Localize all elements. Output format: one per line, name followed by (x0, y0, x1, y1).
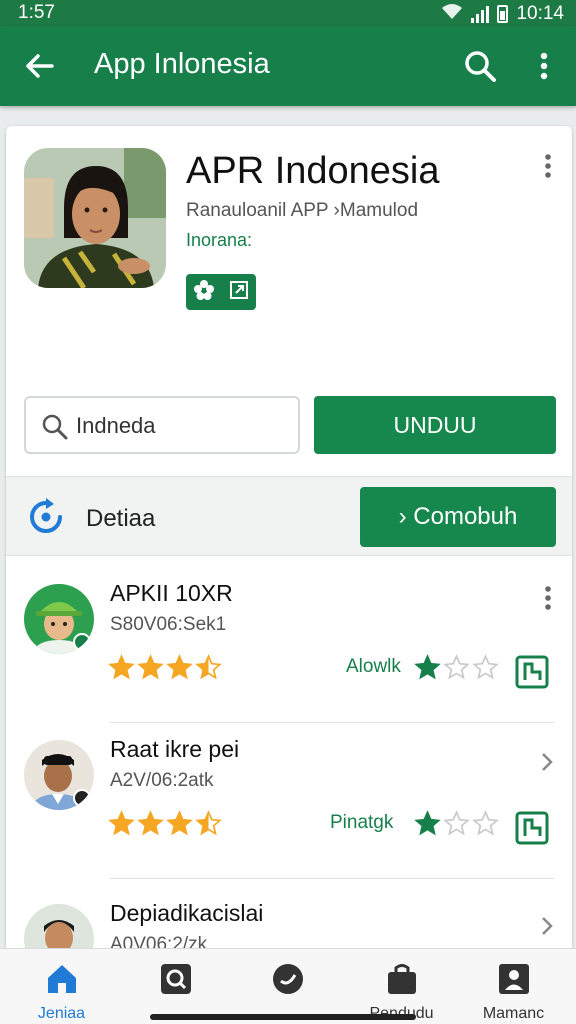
flag-icon[interactable] (514, 654, 550, 690)
star-filled-icon (108, 810, 135, 836)
app-developer[interactable]: Ranauloanil APP ›Mamulod (186, 200, 418, 222)
review-author: Depiadikacislai (110, 900, 264, 926)
arrow-left-icon[interactable] (20, 46, 60, 86)
review-rating (108, 810, 222, 837)
bag-icon (384, 961, 420, 997)
star-empty-icon (472, 654, 499, 680)
nav-item-account[interactable]: Mamanc (456, 949, 571, 1024)
star-filled-icon (166, 810, 193, 836)
review-author: Raat ikre pei (110, 736, 240, 762)
tag-rating (414, 654, 499, 681)
details-section-bar: Detiaa › Comobuh (6, 476, 572, 556)
refresh-icon (26, 497, 66, 537)
bottom-navigation: Jeniaa Pendudu Mamanc (0, 948, 576, 1024)
open-external-badge-icon (228, 279, 250, 306)
signal-icon (471, 5, 490, 23)
status-time: 1:57 (18, 2, 55, 23)
review-date: A2V/06:2atk (110, 770, 214, 791)
card-more-icon[interactable] (538, 152, 558, 180)
review-date: S80V06:Sek1 (110, 614, 227, 635)
nav-item-home[interactable]: Jeniaa (4, 949, 119, 1024)
search-field[interactable] (24, 396, 300, 454)
nav-label: Jeniaa (37, 1005, 86, 1022)
star-filled-icon (108, 654, 135, 680)
app-badges (186, 274, 256, 310)
nav-item-reviews[interactable] (118, 949, 233, 1024)
app-icon-image (24, 148, 166, 288)
search-field-icon (40, 412, 70, 442)
app-bar: App Inlonesia (0, 26, 576, 106)
star-filled-icon (137, 810, 164, 836)
app-category[interactable]: Inorana: (186, 230, 252, 251)
details-label: Detiaa (86, 505, 156, 532)
review-tag: Alowlk (346, 656, 401, 677)
star-empty-icon (443, 654, 470, 680)
star-filled-icon (414, 654, 441, 680)
reviews-icon (158, 961, 194, 997)
star-filled-icon (166, 654, 193, 680)
review-author: APKII 10XR (110, 580, 233, 606)
star-filled-icon (414, 810, 441, 836)
nav-item-history[interactable] (230, 949, 345, 1024)
review-item[interactable]: Raat ikre pei A2V/06:2atk Pinatgk (6, 714, 572, 879)
nav-label: Mamanc (482, 1005, 545, 1022)
star-filled-icon (195, 810, 222, 836)
tag-rating (414, 810, 499, 837)
avatar (24, 740, 94, 810)
account-icon (496, 961, 532, 997)
star-empty-icon (472, 810, 499, 836)
flower-badge-icon (193, 279, 215, 306)
status-bar: 1:57 10:14 (0, 0, 576, 26)
app-bar-title: App Inlonesia (94, 48, 270, 80)
gesture-handle (150, 1014, 416, 1020)
history-icon (270, 961, 306, 997)
install-button[interactable]: UNDUU (314, 396, 556, 454)
app-name: APR Indonesia (186, 150, 440, 192)
section-action-button[interactable]: › Comobuh (360, 487, 556, 547)
status-clock: 10:14 (516, 3, 564, 24)
avatar (24, 584, 94, 654)
search-input[interactable] (76, 410, 286, 442)
star-empty-icon (443, 810, 470, 836)
review-item[interactable]: Depiadikacislai A0V06:2/zk (6, 878, 572, 956)
review-tag: Pinatgk (330, 812, 394, 833)
star-filled-icon (137, 654, 164, 680)
home-icon (44, 961, 80, 997)
more-vert-icon[interactable] (538, 584, 558, 612)
search-icon[interactable] (460, 46, 500, 86)
chevron-right-icon[interactable] (536, 748, 558, 776)
wifi-icon (441, 2, 463, 26)
nav-item-store[interactable]: Pendudu (344, 949, 459, 1024)
app-detail-card: APR Indonesia Ranauloanil APP ›Mamulod I… (6, 126, 572, 956)
flag-icon[interactable] (514, 810, 550, 846)
more-vert-icon[interactable] (528, 46, 560, 86)
chevron-right-icon[interactable] (536, 912, 558, 940)
review-rating (108, 654, 222, 681)
star-filled-icon (195, 654, 222, 680)
review-item[interactable]: APKII 10XR S80V06:Sek1 Alowlk (6, 558, 572, 723)
battery-icon (497, 5, 509, 23)
